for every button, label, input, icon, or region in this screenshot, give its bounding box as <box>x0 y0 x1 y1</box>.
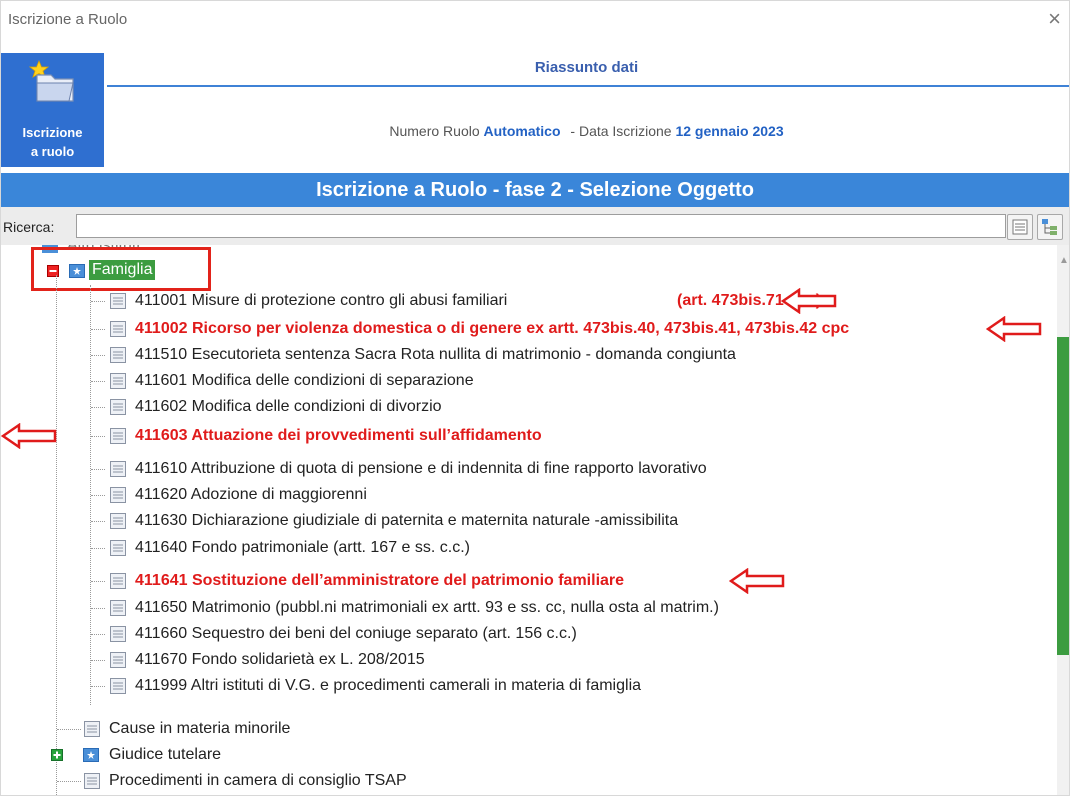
annotation-arrow-icon <box>781 288 837 314</box>
phase-banner: Iscrizione a Ruolo - fase 2 - Selezione … <box>1 173 1069 207</box>
tree-leaf-label: 411650 Matrimonio (pubbl.ni matrimoniali… <box>135 599 719 616</box>
tree-connector <box>91 495 105 496</box>
tree-node-label: Giudice tutelare <box>109 746 222 763</box>
category-folder-icon <box>83 748 99 762</box>
tree-leaf-label: 411510 Esecutorieta sentenza Sacra Rota … <box>135 346 736 363</box>
summary-title: Riassunto dati <box>534 59 639 76</box>
famiglia-highlight-box <box>31 247 211 291</box>
tree-leaf-label: 411641 Sostituzione dell’amministratore … <box>135 572 625 589</box>
document-icon <box>84 721 100 737</box>
tree-leaf-label: 411002 Ricorso per violenza domestica o … <box>135 320 850 337</box>
sidebar-label: Iscrizione a ruolo <box>1 123 104 161</box>
document-icon <box>110 540 126 556</box>
numero-ruolo-label: Numero Ruolo <box>389 123 480 139</box>
document-icon <box>110 399 126 415</box>
document-icon <box>110 600 126 616</box>
document-icon <box>110 678 126 694</box>
subject-tree: Altri istituti Famiglia 411001 Misure di… <box>1 245 1057 795</box>
tree-node-label: Cause in materia minorile <box>109 720 291 737</box>
sidebar-label-line1: Iscrizione <box>22 125 83 140</box>
tree-leaf-label: 411602 Modifica delle condizioni di divo… <box>135 398 442 415</box>
tree-connector <box>91 660 105 661</box>
numero-ruolo-value: Automatico <box>483 123 561 139</box>
document-icon <box>110 513 126 529</box>
tree-leaf-label: 411001 Misure di protezione contro gli a… <box>135 292 508 309</box>
tree-connector <box>91 436 105 437</box>
tree-node-label: Procedimenti in camera di consiglio TSAP <box>109 772 407 789</box>
folder-star-icon <box>29 59 74 102</box>
scroll-up-icon[interactable]: ▲ <box>1059 255 1069 266</box>
tree-leaf-label: 411670 Fondo solidarietà ex L. 208/2015 <box>135 651 425 668</box>
data-iscrizione-value: 12 gennaio 2023 <box>675 123 784 139</box>
tree-connector <box>91 686 105 687</box>
close-icon[interactable]: × <box>1048 7 1061 31</box>
tree-connector <box>91 469 105 470</box>
document-icon <box>84 773 100 789</box>
tree-leaf-label: 411603 Attuazione dei provvedimenti sull… <box>135 427 542 444</box>
tree-connector <box>91 548 105 549</box>
document-icon <box>110 293 126 309</box>
tree-connector <box>91 407 105 408</box>
tree-connector <box>91 634 105 635</box>
tree-connector <box>91 581 105 582</box>
tree-connector <box>91 355 105 356</box>
document-icon <box>110 626 126 642</box>
annotation-arrow-icon <box>729 568 785 594</box>
document-icon <box>110 573 126 589</box>
data-iscrizione-label: - Data Iscrizione <box>570 123 672 139</box>
tree-connector <box>91 301 105 302</box>
sidebar-label-line2: a ruolo <box>30 144 75 159</box>
document-icon <box>110 461 126 477</box>
scrollbar-thumb[interactable] <box>1057 337 1069 655</box>
tree-connector <box>56 275 57 795</box>
summary-divider <box>107 85 1069 87</box>
tree-leaf-label: 411601 Modifica delle condizioni di sepa… <box>135 372 474 389</box>
tree-view-button[interactable] <box>1037 214 1063 240</box>
annotation-arrow-icon <box>1 423 57 449</box>
search-row: Ricerca: <box>1 207 1069 245</box>
list-view-button[interactable] <box>1007 214 1033 240</box>
annotation-arrow-icon <box>986 316 1042 342</box>
search-label: Ricerca: <box>3 219 55 235</box>
tree-connector <box>91 521 105 522</box>
document-icon <box>110 373 126 389</box>
window-title: Iscrizione a Ruolo <box>8 11 128 28</box>
tree-connector <box>91 381 105 382</box>
tree-connector <box>57 781 81 782</box>
tree-leaf-label: 411640 Fondo patrimoniale (artt. 167 e s… <box>135 539 470 556</box>
tree-leaf-label: 411999 Altri istituti di V.G. e procedim… <box>135 677 642 694</box>
document-icon <box>110 487 126 503</box>
search-input[interactable] <box>76 214 1006 238</box>
tree-connector <box>91 329 105 330</box>
document-icon <box>110 428 126 444</box>
document-icon <box>110 321 126 337</box>
tree-connector <box>91 608 105 609</box>
app-window: Iscrizione a Ruolo × Iscrizione a ruolo … <box>0 0 1070 796</box>
summary-info: Numero Ruolo Automatico - Data Iscrizion… <box>104 123 1069 139</box>
document-icon <box>110 347 126 363</box>
tree-leaf-label: 411630 Dichiarazione giudiziale di pater… <box>135 512 679 529</box>
expand-plus-icon[interactable] <box>51 749 63 761</box>
sidebar-iscrizione-ruolo[interactable]: Iscrizione a ruolo <box>1 53 104 167</box>
tree-view-icon <box>1042 219 1057 235</box>
tree-leaf-label: 411620 Adozione di maggiorenni <box>135 486 367 503</box>
tree-connector <box>57 729 81 730</box>
tree-leaf-label: 411660 Sequestro dei beni del coniuge se… <box>135 625 577 642</box>
list-view-icon <box>1012 219 1028 235</box>
document-icon <box>110 652 126 668</box>
title-bar: Iscrizione a Ruolo × <box>1 1 1069 39</box>
tree-leaf-label: 411610 Attribuzione di quota di pensione… <box>135 460 707 477</box>
